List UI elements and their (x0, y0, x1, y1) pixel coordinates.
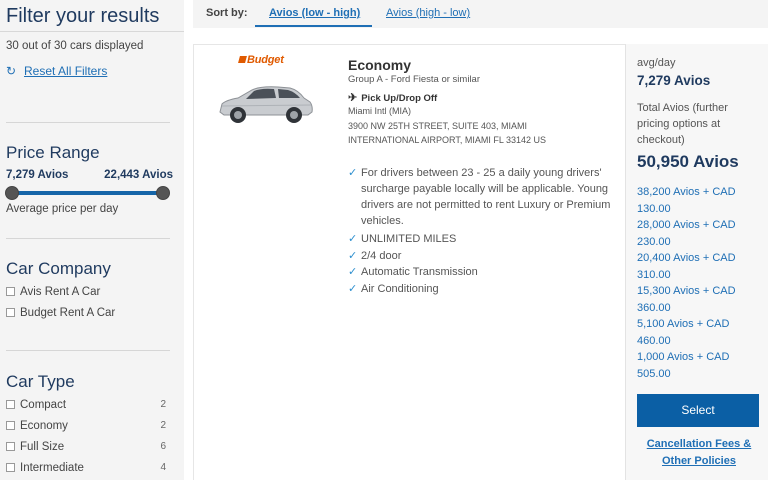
car-type-option-compact[interactable]: Compact 2 (6, 399, 166, 411)
feature-item: ✓ UNLIMITED MILES (348, 231, 618, 247)
brand-mark-icon (238, 56, 247, 63)
car-type-label: Compact (20, 399, 67, 411)
pricing-option-line[interactable]: 15,300 Avios + CAD (637, 283, 762, 300)
price-slider-min-handle[interactable] (5, 186, 19, 200)
company-option-label: Avis Rent A Car (20, 286, 101, 298)
pricing-option-line[interactable]: 230.00 (637, 234, 762, 251)
reset-filters-link[interactable]: ↻ Reset All Filters (6, 64, 107, 78)
divider (0, 31, 184, 32)
pricing-option-line[interactable]: 460.00 (637, 333, 762, 350)
car-type-count: 6 (160, 441, 166, 452)
company-option-budget[interactable]: Budget Rent A Car (6, 307, 166, 319)
pricing-option-line[interactable]: 1,000 Avios + CAD (637, 349, 762, 366)
company-option-label: Budget Rent A Car (20, 307, 116, 319)
price-max-value: 22,443 Avios (104, 169, 173, 181)
sort-option-low-high[interactable]: Avios (low - high) (269, 7, 360, 19)
feature-text: 2/4 door (361, 250, 402, 262)
filter-sidebar: Filter your results 30 out of 30 cars di… (0, 0, 184, 480)
car-type-option-full-size[interactable]: Full Size 6 (6, 441, 166, 453)
check-icon: ✓ (348, 167, 358, 179)
car-type-option-intermediate[interactable]: Intermediate 4 (6, 462, 166, 474)
pricing-option-line[interactable]: 360.00 (637, 300, 762, 317)
feature-item: ✓ 2/4 door (348, 248, 618, 264)
cancellation-policies-link[interactable]: Cancellation Fees & Other Policies (637, 436, 761, 470)
total-avios-price: 50,950 Avios (637, 152, 739, 171)
car-type-title: Car Type (6, 372, 75, 391)
checkbox[interactable] (6, 400, 15, 409)
pricing-option-line[interactable]: 20,400 Avios + CAD (637, 250, 762, 267)
sort-option-high-low[interactable]: Avios (high - low) (386, 7, 470, 19)
feature-text: For drivers between 23 - 25 a daily youn… (361, 167, 611, 227)
check-icon: ✓ (348, 250, 358, 262)
avg-day-label: avg/day (637, 57, 676, 69)
feature-text: Air Conditioning (361, 283, 439, 295)
refresh-icon: ↻ (6, 64, 17, 78)
check-icon: ✓ (348, 233, 358, 245)
feature-item: ✓ For drivers between 23 - 25 a daily you… (348, 165, 618, 229)
pricing-option-line[interactable]: 310.00 (637, 267, 762, 284)
car-type-label: Intermediate (20, 462, 84, 474)
price-range-caption: Average price per day (6, 203, 119, 215)
avg-day-price: 7,279 Avios (637, 73, 711, 88)
feature-text: UNLIMITED MILES (361, 233, 457, 245)
pickup-text: Pick Up/Drop Off (361, 93, 438, 104)
car-group: Group A - Ford Fiesta or similar (348, 74, 480, 85)
filter-title: Filter your results (6, 5, 160, 27)
car-type-count: 2 (160, 399, 166, 410)
company-option-avis[interactable]: Avis Rent A Car (6, 286, 166, 298)
car-type-count: 4 (160, 462, 166, 473)
total-avios-label: Total Avios (further pricing options at … (637, 102, 728, 146)
check-icon: ✓ (348, 266, 358, 278)
brand-logo: Budget (238, 54, 284, 66)
sort-bar: Sort by: Avios (low - high) Avios (high … (193, 0, 768, 28)
divider (6, 350, 170, 351)
checkbox[interactable] (6, 442, 15, 451)
location-name: Miami Intl (MIA) (348, 106, 411, 116)
reset-filters-label: Reset All Filters (24, 64, 108, 78)
car-type-label: Full Size (20, 441, 65, 453)
pricing-option-line[interactable]: 5,100 Avios + CAD (637, 316, 762, 333)
location-address-line: INTERNATIONAL AIRPORT, MIAMI FL 33142 US (348, 135, 547, 145)
car-image (219, 86, 313, 123)
car-type-count: 2 (160, 420, 166, 431)
checkbox[interactable] (6, 308, 15, 317)
pricing-option-line[interactable]: 130.00 (637, 201, 762, 218)
checkbox[interactable] (6, 463, 15, 472)
active-sort-indicator (255, 25, 372, 27)
car-type-label: Economy (20, 420, 68, 432)
price-slider-max-handle[interactable] (156, 186, 170, 200)
price-slider-track[interactable] (12, 191, 163, 195)
results-count: 30 out of 30 cars displayed (6, 40, 144, 52)
feature-item: ✓ Automatic Transmission (348, 264, 618, 280)
sort-label: Sort by: (206, 7, 248, 19)
check-icon: ✓ (348, 283, 358, 295)
checkbox[interactable] (6, 287, 15, 296)
location-address-line: 3900 NW 25TH STREET, SUITE 403, MIAMI (348, 121, 528, 131)
brand-name: Budget (247, 54, 284, 66)
divider (6, 238, 170, 239)
car-company-title: Car Company (6, 259, 111, 278)
feature-item: ✓ Air Conditioning (348, 281, 618, 297)
pickup-dropoff-label: ✈ Pick Up/Drop Off (348, 91, 437, 104)
checkbox[interactable] (6, 421, 15, 430)
airplane-icon: ✈ (348, 92, 358, 104)
divider (6, 122, 170, 123)
price-range-title: Price Range (6, 143, 100, 162)
pricing-options: 38,200 Avios + CAD 130.00 28,000 Avios +… (637, 184, 762, 382)
select-button[interactable]: Select (637, 394, 759, 427)
pricing-option-line[interactable]: 28,000 Avios + CAD (637, 217, 762, 234)
car-class: Economy (348, 57, 412, 73)
car-type-option-economy[interactable]: Economy 2 (6, 420, 166, 432)
feature-text: Automatic Transmission (361, 266, 478, 278)
price-min-value: 7,279 Avios (6, 169, 69, 181)
pricing-option-line[interactable]: 38,200 Avios + CAD (637, 184, 762, 201)
pricing-option-line[interactable]: 505.00 (637, 366, 762, 383)
